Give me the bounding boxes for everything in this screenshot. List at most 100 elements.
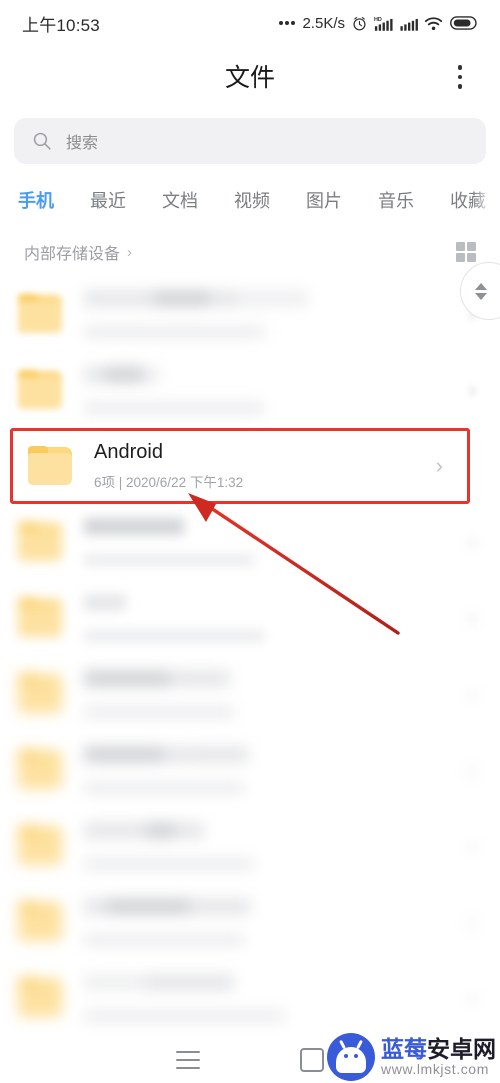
list-item-meta [84, 925, 459, 949]
folder-icon [18, 978, 62, 1018]
tab-favorites[interactable]: 收藏 [450, 187, 486, 213]
title-bar: 文件 [0, 46, 500, 108]
battery-icon [450, 16, 477, 30]
chevron-right-icon: › [468, 833, 476, 858]
chevron-right-icon: › [127, 243, 133, 261]
list-item-text [84, 895, 459, 949]
list-item-text [84, 287, 459, 341]
category-tabs[interactable]: 手机 最近 文档 视频 图片 音乐 收藏 [0, 178, 500, 222]
chevron-right-icon: › [435, 453, 443, 478]
tab-documents[interactable]: 文档 [162, 187, 198, 213]
watermark-brand-blue: 蓝莓 [381, 1036, 427, 1063]
tab-videos[interactable]: 视频 [234, 187, 270, 213]
wifi-icon [424, 16, 443, 30]
chevron-right-icon: › [468, 985, 476, 1010]
square-home-icon[interactable] [300, 1047, 324, 1072]
list-item[interactable]: › [0, 884, 500, 960]
hd-signal-icon: HD [374, 16, 393, 31]
watermark-brand: 蓝莓安卓网 [381, 1037, 496, 1061]
search-input[interactable]: 搜索 [14, 118, 486, 164]
list-item-meta [84, 773, 459, 797]
status-time: 上午10:53 [22, 15, 100, 35]
list-item[interactable]: › [0, 504, 500, 580]
grid-view-icon[interactable] [456, 242, 476, 262]
list-item[interactable]: › [0, 580, 500, 656]
watermark-url: www.lmkjst.com [381, 1061, 489, 1078]
page-title: 文件 [224, 64, 275, 92]
folder-icon [18, 902, 62, 942]
list-item-meta: 6项 | 2020/6/22 下午1:32 [94, 475, 244, 490]
status-bar: 上午10:53 2.5K/s HD [0, 0, 500, 46]
menu-icon[interactable] [176, 1050, 200, 1069]
list-item-meta [84, 545, 459, 569]
list-item-name [84, 515, 459, 538]
tab-recent[interactable]: 最近 [90, 187, 126, 213]
list-item-meta [84, 317, 459, 341]
alarm-clock-icon [353, 16, 366, 30]
folder-icon [18, 674, 62, 714]
list-item-meta [84, 697, 459, 721]
list-item[interactable]: › [0, 808, 500, 884]
phone-screen: 上午10:53 2.5K/s HD 文件 搜索 手机 最近 文档 视频 图片 音… [0, 0, 500, 1083]
file-list[interactable]: › › Android 6项 | 2020/6/22 下午1:32 › [0, 276, 500, 1036]
tab-phone[interactable]: 手机 [18, 187, 54, 213]
list-item[interactable]: › [0, 732, 500, 808]
signal-bars-icon [400, 18, 418, 31]
overflow-menu-icon[interactable] [448, 60, 472, 94]
list-item[interactable]: › [0, 276, 500, 352]
chevron-right-icon: › [468, 605, 476, 630]
list-item-text [84, 819, 459, 873]
scroll-down-arrow-icon [475, 292, 487, 300]
list-item-name: Android [94, 441, 163, 463]
list-item-name [84, 287, 459, 310]
breadcrumb-row: 内部存储设备 › [0, 232, 500, 272]
list-item[interactable]: › [0, 352, 500, 428]
watermark-brand-dark: 安卓网 [427, 1036, 496, 1063]
more-dots-icon [279, 21, 296, 25]
network-speed-text: 2.5K/s [302, 14, 345, 32]
list-item-meta [84, 849, 459, 873]
breadcrumb[interactable]: 内部存储设备 › [24, 240, 132, 264]
list-item-android[interactable]: Android 6项 | 2020/6/22 下午1:32 › [10, 428, 470, 504]
watermark: 蓝莓安卓网 www.lmkjst.com [327, 1033, 496, 1081]
search-icon [33, 132, 51, 150]
scroll-up-arrow-icon [475, 282, 487, 290]
list-item[interactable]: › [0, 656, 500, 732]
list-item-meta [84, 621, 459, 645]
folder-icon [18, 294, 62, 334]
list-item-name [84, 819, 459, 842]
folder-icon [18, 826, 62, 866]
chevron-right-icon: › [468, 377, 476, 402]
list-item-text [84, 743, 459, 797]
list-item-text: Android 6项 | 2020/6/22 下午1:32 [94, 441, 426, 491]
folder-icon [18, 370, 62, 410]
tab-images[interactable]: 图片 [306, 187, 342, 213]
list-item-name [84, 363, 459, 386]
list-item-text [84, 591, 459, 645]
chevron-right-icon: › [468, 757, 476, 782]
svg-text:HD: HD [374, 16, 382, 22]
chevron-right-icon: › [468, 681, 476, 706]
folder-icon [18, 598, 62, 638]
folder-icon [18, 522, 62, 562]
list-item-meta [84, 393, 459, 417]
list-item[interactable]: › [0, 960, 500, 1036]
list-item-name [84, 591, 459, 614]
list-item-name [84, 971, 459, 994]
search-placeholder: 搜索 [66, 135, 99, 152]
breadcrumb-label: 内部存储设备 [24, 246, 121, 263]
list-item-meta [84, 1001, 459, 1025]
tab-music[interactable]: 音乐 [378, 187, 414, 213]
folder-icon [28, 446, 72, 486]
status-icons: 2.5K/s HD [279, 15, 478, 32]
chevron-right-icon: › [468, 909, 476, 934]
android-robot-logo-icon [327, 1033, 375, 1081]
chevron-right-icon: › [468, 529, 476, 554]
list-item-name [84, 667, 459, 690]
list-item-text [84, 971, 459, 1025]
list-item-text [84, 515, 459, 569]
list-item-name [84, 743, 459, 766]
list-item-text [84, 667, 459, 721]
watermark-text: 蓝莓安卓网 www.lmkjst.com [381, 1037, 496, 1077]
list-item-text [84, 363, 459, 417]
